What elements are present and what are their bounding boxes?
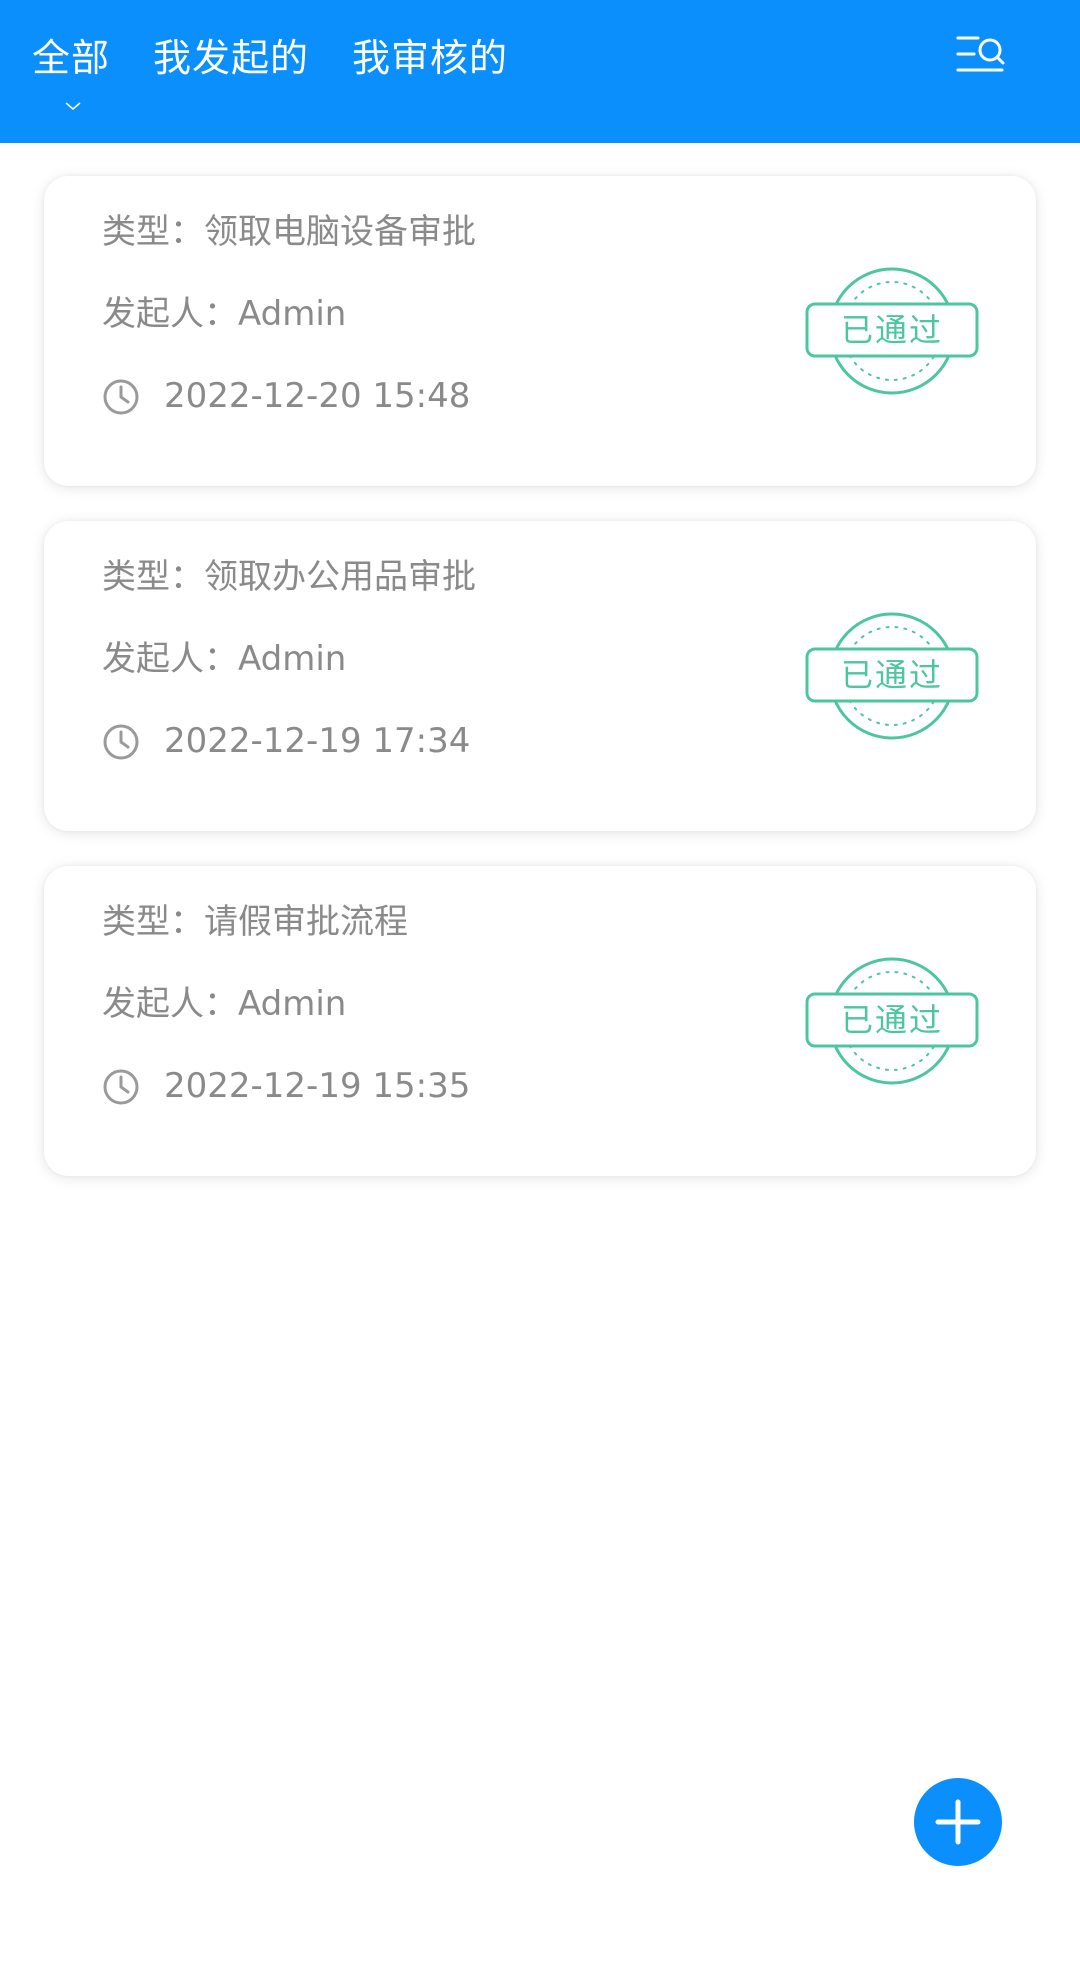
approval-time: 2022-12-19 15:35 [164, 1066, 471, 1106]
approved-stamp: 已通过 [804, 266, 980, 396]
tab-all[interactable]: 全部 [32, 28, 110, 88]
approval-type: 类型：请假审批流程 [102, 902, 408, 942]
approval-initiator: 发起人：Admin [102, 294, 347, 334]
approval-card[interactable]: 类型：请假审批流程 发起人：Admin 2022-12-19 15:35 已通过 [44, 866, 1036, 1176]
stamp-label: 已通过 [840, 311, 943, 349]
chevron-down-icon [65, 102, 81, 111]
approval-initiator: 发起人：Admin [102, 984, 347, 1024]
top-bar: 全部 我发起的 我审核的 [0, 0, 1080, 143]
clock-icon [103, 1069, 139, 1105]
approved-stamp: 已通过 [804, 611, 980, 741]
tab-initiated-by-me[interactable]: 我发起的 [153, 28, 309, 88]
approval-card[interactable]: 类型：领取办公用品审批 发起人：Admin 2022-12-19 17:34 已… [44, 521, 1036, 831]
tab-reviewed-by-me[interactable]: 我审核的 [352, 28, 508, 88]
approval-type: 类型：领取办公用品审批 [102, 557, 476, 597]
add-button[interactable] [914, 1778, 1002, 1866]
stamp-label: 已通过 [840, 1001, 943, 1039]
list-search-icon [956, 36, 1005, 72]
approval-initiator: 发起人：Admin [102, 639, 347, 679]
stamp-label: 已通过 [840, 656, 943, 694]
approval-type: 类型：领取电脑设备审批 [102, 212, 476, 252]
approval-card[interactable]: 类型：领取电脑设备审批 发起人：Admin 2022-12-20 15:48 已… [44, 176, 1036, 486]
approval-time: 2022-12-20 15:48 [164, 376, 471, 416]
clock-icon [103, 379, 139, 415]
plus-icon [935, 1799, 981, 1845]
approval-time: 2022-12-19 17:34 [164, 721, 471, 761]
filter-search-button[interactable] [950, 30, 1010, 82]
clock-icon [103, 724, 139, 760]
approved-stamp: 已通过 [804, 956, 980, 1086]
